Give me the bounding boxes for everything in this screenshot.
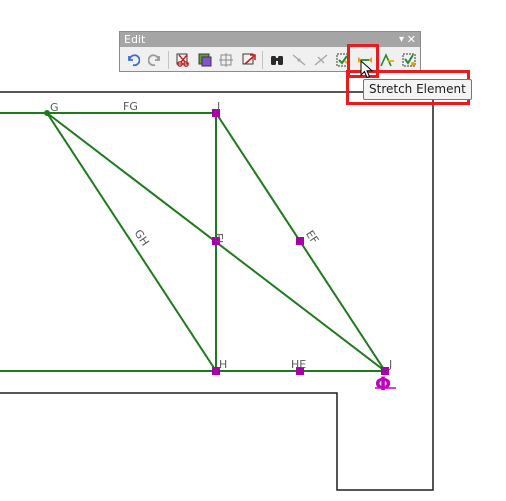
label-j: J [388, 358, 392, 371]
mouse-cursor-icon [360, 60, 374, 79]
tooltip-text: Stretch Element [369, 82, 466, 96]
node-ef[interactable] [296, 237, 304, 245]
find-button[interactable] [268, 51, 286, 69]
label-he: HE [291, 358, 306, 371]
toolbar-close-icon[interactable]: ✕ [407, 32, 416, 47]
paste-node-icon [219, 53, 233, 67]
cut-element-button[interactable] [174, 51, 192, 69]
undo-arrow-icon [128, 54, 140, 67]
member-gh[interactable] [46, 112, 217, 372]
extend-angle-icon [380, 53, 394, 67]
toolbar-title: Edit [124, 33, 146, 46]
move-node-icon [242, 53, 256, 65]
merge-line-icon [314, 54, 328, 66]
copy-node-icon [198, 53, 212, 67]
support-symbol: Φ [375, 373, 391, 395]
merge-element-button[interactable] [312, 51, 330, 69]
binoculars-icon [271, 56, 283, 65]
extend-element-button[interactable] [378, 51, 396, 69]
toolbar-separator [168, 51, 169, 69]
label-ei: EI [212, 233, 225, 243]
label-ef: EF [303, 228, 321, 246]
move-element-button[interactable] [240, 51, 258, 69]
check-element-button[interactable] [400, 51, 418, 69]
scissors-node-icon [176, 53, 189, 67]
divide-element-button[interactable] [290, 51, 308, 69]
label-g: G [50, 101, 59, 114]
copy-element-button[interactable] [196, 51, 214, 69]
toolbar-dropdown-icon[interactable]: ▾ [399, 32, 404, 47]
label-h: H [219, 358, 227, 371]
redo-arrow-icon [148, 54, 160, 67]
label-i: I [217, 100, 220, 113]
label-fg: FG [123, 100, 138, 113]
toolbar-separator [262, 51, 263, 69]
undo-button[interactable] [124, 51, 142, 69]
stretch-element-tooltip: Stretch Element [363, 79, 472, 100]
paste-element-button[interactable] [218, 51, 236, 69]
divide-line-icon [292, 54, 306, 66]
check-box-icon [402, 53, 416, 67]
redo-button[interactable] [146, 51, 164, 69]
